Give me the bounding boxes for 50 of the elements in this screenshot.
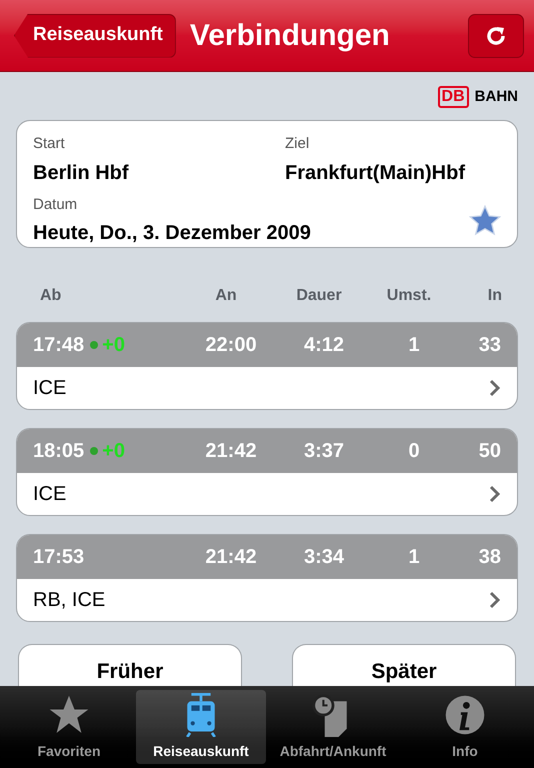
column-header: Dauer — [295, 286, 343, 306]
changes-count: 1 — [407, 333, 421, 358]
column-header: In — [486, 286, 503, 306]
brand-text: BAHN — [474, 86, 518, 107]
duration-text: 3:34 — [302, 545, 346, 570]
chevron-icon — [489, 591, 501, 609]
changes-count: 0 — [407, 439, 421, 464]
time-shift-button[interactable]: Früher — [18, 644, 242, 686]
departure-time: 17:53 — [33, 545, 84, 570]
minutes-text: 38 — [478, 545, 501, 570]
field-value: Heute, Do., 3. Dezember 2009 — [33, 221, 311, 246]
column-header: An — [214, 286, 238, 306]
time-shift-button[interactable]: Später — [292, 644, 516, 686]
arrival-time: 22:00 — [204, 333, 258, 358]
screen-title: Verbindungen — [190, 18, 391, 54]
minutes-text: 50 — [478, 439, 501, 464]
back-button[interactable]: Reiseauskunft — [14, 14, 176, 58]
arrival-time: 21:42 — [204, 439, 258, 464]
field-value: Berlin Hbf — [33, 160, 130, 186]
field-label: Start — [33, 134, 66, 154]
minutes-text: 33 — [478, 333, 501, 358]
tab[interactable]: Favoriten — [4, 690, 134, 764]
column-header: Umst. — [386, 286, 432, 306]
departure-time: 17:48 — [33, 333, 84, 358]
products-text: ICE — [33, 482, 66, 507]
chevron-icon — [489, 485, 501, 503]
delay-text: +0 — [102, 439, 125, 464]
tab[interactable]: Abfahrt/Ankunft — [268, 690, 398, 764]
products-text: ICE — [33, 376, 66, 401]
favorite-star-icon[interactable] — [469, 205, 501, 237]
tab[interactable]: Info — [400, 690, 530, 764]
duration-text: 4:12 — [302, 333, 346, 358]
field-label: Datum — [33, 194, 78, 214]
arrival-time: 21:42 — [204, 545, 258, 570]
field-value: Frankfurt(Main)Hbf — [285, 160, 466, 186]
duration-text: 3:37 — [302, 439, 346, 464]
departure-time: 18:05 — [33, 439, 84, 464]
delay-text: +0 — [102, 333, 125, 358]
products-text: RB, ICE — [33, 588, 106, 613]
field-label: Ziel — [285, 134, 310, 154]
info-icon — [443, 693, 487, 737]
connection-card[interactable]: 17:48 +0 22:00 4:12 1 33 ICE — [16, 322, 518, 410]
chevron-icon — [489, 379, 501, 397]
column-header: Ab — [39, 286, 62, 306]
connection-card[interactable]: 17:53 21:42 3:34 1 38 RB, ICE — [16, 534, 518, 622]
tab[interactable]: Reiseauskunft — [136, 690, 266, 764]
refresh-button[interactable] — [468, 14, 524, 58]
db-logo: DB — [438, 86, 469, 108]
connection-card[interactable]: 18:05 +0 21:42 3:37 0 50 ICE — [16, 428, 518, 516]
changes-count: 1 — [407, 545, 421, 570]
